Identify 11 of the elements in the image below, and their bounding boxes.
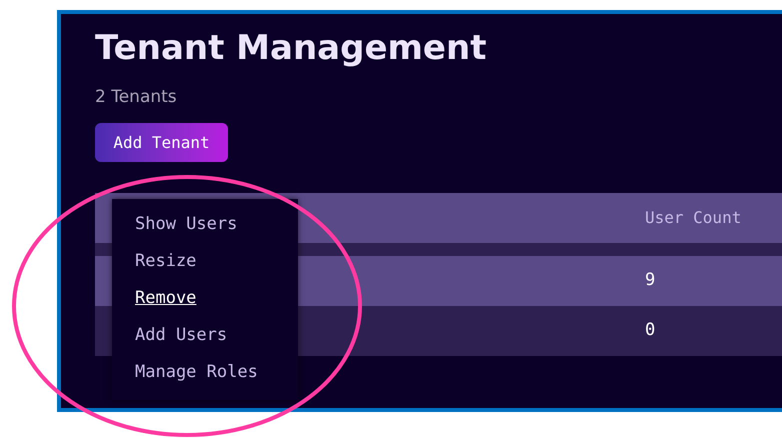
menu-item[interactable]: Manage Roles: [135, 361, 258, 384]
menu-item[interactable]: Show Users: [135, 213, 238, 236]
column-header: User Count: [645, 207, 742, 229]
tenant-count: 2 Tenants: [95, 86, 177, 108]
page-title: Tenant Management: [95, 28, 486, 68]
table-cell-text: 0: [645, 319, 656, 342]
menu-item[interactable]: Add Users: [135, 324, 228, 347]
table-cell-text: 9: [645, 269, 656, 292]
menu-item[interactable]: Remove: [135, 287, 196, 310]
add-tenant-button[interactable]: Add Tenant: [95, 123, 228, 162]
menu-item[interactable]: Resize: [135, 250, 196, 273]
